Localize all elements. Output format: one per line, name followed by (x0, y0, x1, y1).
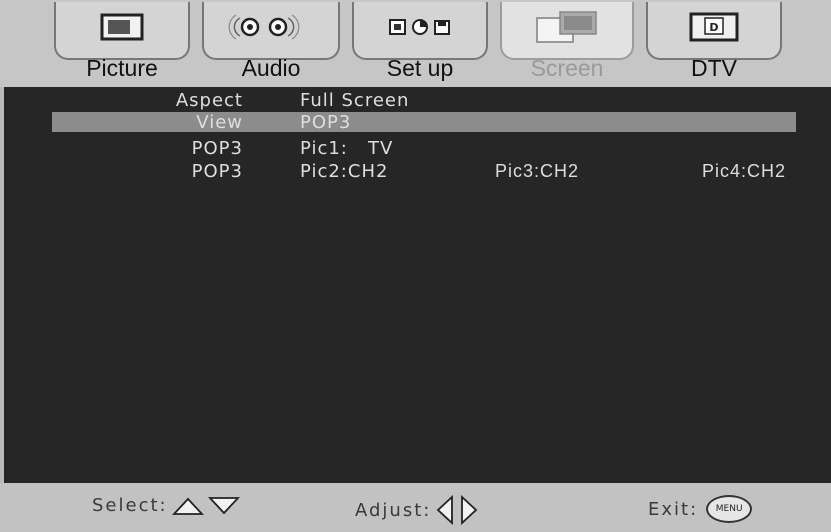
footer-hints: Select: Adjust: Exit: MENU (0, 483, 831, 532)
adjust-label: Adjust: (355, 499, 432, 521)
row-label: Aspect (175, 90, 243, 111)
row-label: POP3 (191, 161, 243, 182)
tab-label: DTV (691, 55, 737, 81)
tab-label: Screen (530, 55, 604, 81)
tab-label: Audio (241, 55, 301, 81)
select-hint: Select: (92, 495, 240, 516)
row-value: Pic2:CH2 (300, 161, 389, 182)
tab-label: Set up (386, 55, 454, 81)
row-pop3-pic1[interactable]: POP3 Pic1: TV (4, 138, 831, 160)
tab-screen[interactable]: Screen (494, 0, 640, 82)
up-arrow-icon (171, 497, 204, 515)
select-label: Select: (92, 495, 168, 516)
tab-label: Picture (86, 55, 158, 81)
speaker-icon (196, 10, 346, 44)
settings-panel: Aspect Full Screen View POP3 POP3 Pic1: … (4, 87, 831, 483)
row-value-pic3: Pic3:CH2 (495, 161, 580, 181)
tab-picture[interactable]: Picture (48, 0, 196, 82)
tab-audio[interactable]: Audio (196, 0, 346, 82)
tab-setup[interactable]: Set up (346, 0, 494, 82)
exit-hint: Exit: MENU (648, 495, 753, 523)
dtv-icon-letter: D (709, 21, 718, 34)
menu-button-icon: MENU (706, 495, 753, 523)
row-aspect[interactable]: Aspect Full Screen (4, 90, 831, 112)
exit-label: Exit: (648, 498, 699, 520)
row-value-pic4: Pic4:CH2 (702, 161, 787, 181)
row-view[interactable]: View POP3 (4, 112, 831, 134)
tab-bar: Picture Audio Set up Screen D DTV (0, 0, 831, 87)
selection-highlight (52, 112, 796, 132)
row-label: POP3 (191, 138, 243, 159)
dtv-icon: D (640, 10, 788, 44)
left-arrow-icon (437, 495, 454, 525)
adjust-hint: Adjust: (355, 495, 479, 525)
osd-menu: Picture Audio Set up Screen D DTV Aspect… (0, 0, 831, 532)
row-value: POP3 (300, 112, 352, 133)
screen-layout-icon (494, 10, 640, 44)
row-pop3-pics[interactable]: POP3 Pic2:CH2 Pic3:CH2 Pic4:CH2 (4, 161, 831, 183)
right-arrow-icon (461, 495, 478, 525)
tab-dtv[interactable]: D DTV (640, 0, 788, 82)
row-value: Pic1: TV (300, 138, 394, 159)
row-label: View (196, 112, 243, 133)
tv-screen-icon (48, 10, 196, 44)
setup-icons (346, 10, 494, 44)
row-value: Full Screen (300, 90, 410, 111)
down-arrow-icon (207, 496, 240, 514)
